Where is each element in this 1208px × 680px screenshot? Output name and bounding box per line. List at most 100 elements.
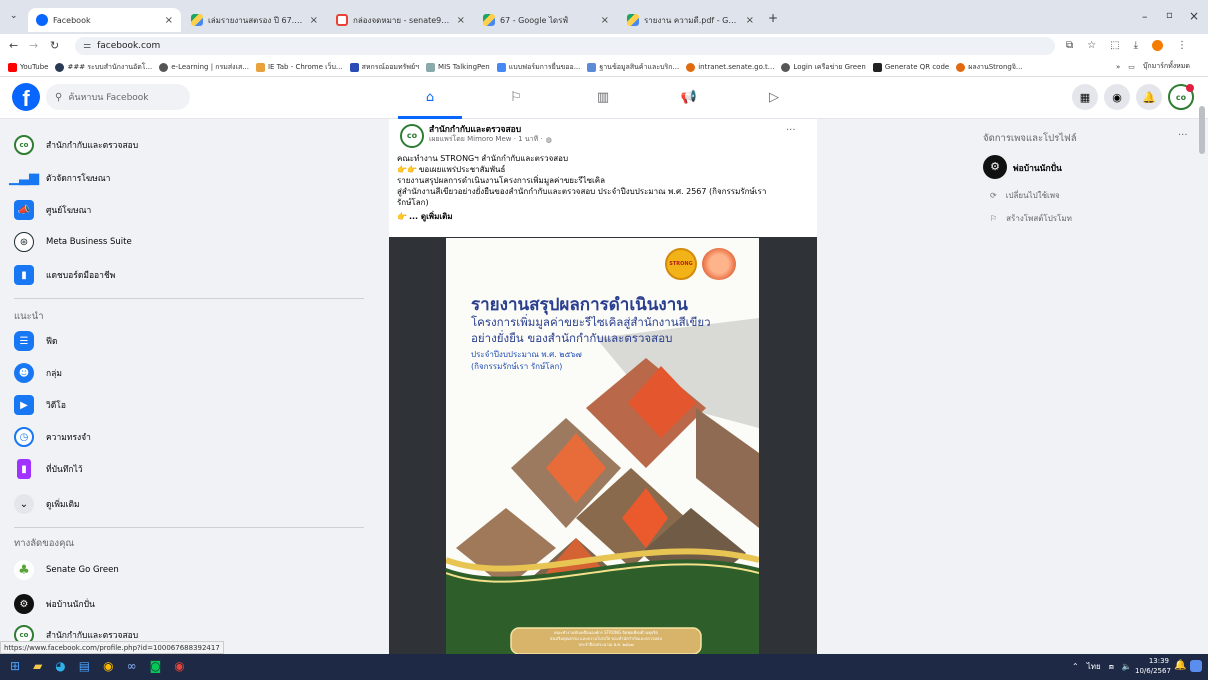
- network-icon[interactable]: ⧈: [1109, 662, 1114, 672]
- file-explorer-icon[interactable]: ▰: [33, 659, 42, 673]
- install-icon[interactable]: ⧉: [1066, 40, 1073, 51]
- sidebar-item-see-more[interactable]: ⌄ ดูเพิ่มเติม: [14, 491, 80, 517]
- tab-facebook[interactable]: Facebook ×: [28, 8, 181, 32]
- site-info-icon[interactable]: ⚌: [83, 41, 91, 51]
- shortcut-cyclist[interactable]: ⚙ พ่อบ้านนักปั่น: [14, 591, 95, 617]
- shortcut-senate-go-green[interactable]: ♣ Senate Go Green: [14, 557, 119, 583]
- messenger-icon[interactable]: ◉: [1104, 84, 1130, 110]
- volume-icon[interactable]: 🔈: [1122, 662, 1132, 671]
- strong-icon: [956, 62, 966, 72]
- tab-gmail[interactable]: กล่องจดหมาย - senate9329@gm ×: [328, 8, 473, 32]
- bookmark-item[interactable]: Login เครือข่าย Green: [781, 62, 866, 73]
- sidebar-item-ads-manager[interactable]: ▁▃▆ ตัวจัดการโฆษณา: [9, 165, 110, 191]
- windows-start-icon[interactable]: ⊞: [10, 659, 20, 673]
- post-more-icon[interactable]: ···: [786, 125, 796, 136]
- sidebar-item-meta-business[interactable]: ⊛ Meta Business Suite: [14, 229, 132, 255]
- bookmark-item[interactable]: e-Learning | กรมส่งเส...: [159, 62, 249, 73]
- bookmark-item[interactable]: ผลงานStrongจิ...: [956, 62, 1023, 73]
- bookmark-item[interactable]: ฐานข้อมูลสินค้าและบริก...: [587, 62, 679, 73]
- close-icon[interactable]: ×: [310, 15, 318, 26]
- see-more-link[interactable]: 👉... ดูเพิ่มเติม: [397, 211, 812, 222]
- minimize-icon[interactable]: –: [1142, 10, 1148, 23]
- post-author-avatar[interactable]: co: [400, 124, 424, 148]
- chrome-profile-icon[interactable]: ◉: [174, 659, 184, 673]
- bookmark-youtube[interactable]: YouTube: [8, 62, 48, 72]
- home-icon[interactable]: ⌂: [418, 86, 442, 108]
- line-icon[interactable]: ◙: [150, 659, 162, 673]
- bookmark-item[interactable]: ### ระบบสำนักงานอัตโ...: [55, 62, 152, 73]
- post-image[interactable]: STRONG รายงานสรุปผลการดำเนินงาน โครงการเ…: [446, 238, 759, 654]
- page-scrollbar[interactable]: [1199, 106, 1205, 154]
- close-icon[interactable]: ×: [746, 15, 754, 26]
- sidebar-item-video[interactable]: ▶ วิดีโอ: [14, 392, 66, 418]
- tab-drive-67[interactable]: 67 - Google ไดรฟ์ ×: [475, 8, 617, 32]
- bookmark-item[interactable]: Generate QR code: [872, 62, 949, 72]
- all-bookmarks-button[interactable]: บุ๊กมาร์กทั้งหมด: [1143, 61, 1190, 72]
- shortcut-label: พ่อบ้านนักปั่น: [46, 600, 95, 610]
- bookmark-item[interactable]: MIS TalkingPen: [426, 62, 490, 72]
- sidebar-item-ads-center[interactable]: 📣 ศูนย์โฆษณา: [14, 197, 91, 223]
- reload-icon[interactable]: ↻: [50, 39, 59, 52]
- close-icon[interactable]: ×: [457, 15, 465, 26]
- post-line: รักษ์โลก): [397, 198, 429, 207]
- facebook-search-input[interactable]: ⚲ ค้นหาบน Facebook: [46, 84, 190, 110]
- close-icon[interactable]: ×: [165, 15, 173, 26]
- right-profile-name[interactable]: พ่อบ้านนักปั่น: [1013, 161, 1062, 175]
- bookmark-item[interactable]: แบบฟอร์มการยื่นขออ...: [496, 62, 580, 73]
- sidebar-item-groups[interactable]: ☻ กลุ่ม: [14, 360, 62, 386]
- watch-icon[interactable]: ▷: [762, 86, 786, 108]
- download-icon[interactable]: ⤓: [1134, 40, 1138, 51]
- drive-favicon-icon: [627, 14, 639, 26]
- edge-icon[interactable]: ◕: [55, 659, 65, 673]
- app-icon[interactable]: ∞: [127, 659, 137, 673]
- sidebar-item-dashboard[interactable]: ▮ แดชบอร์ดมืออาชีพ: [14, 262, 115, 288]
- sidebar-item-page[interactable]: co สำนักกำกับและตรวจสอบ: [14, 132, 138, 158]
- switch-to-page-button[interactable]: ⟳ เปลี่ยนไปใช้เพจ: [990, 189, 1060, 202]
- bookmark-item[interactable]: IE Tab - Chrome เว็บ...: [255, 62, 343, 73]
- ads-megaphone-icon[interactable]: 📢: [677, 86, 701, 108]
- extensions-icon[interactable]: ⬚: [1110, 40, 1119, 51]
- menu-grid-icon[interactable]: ▦: [1072, 84, 1098, 110]
- clock[interactable]: 13:39 10/6/2567: [1135, 656, 1171, 676]
- close-window-icon[interactable]: ×: [1189, 9, 1199, 23]
- tab-pdf-strong[interactable]: เล่มรายงานสตรอง ปี 67.pdf - Goo ×: [183, 8, 326, 32]
- chevron-up-icon[interactable]: ⌃: [1072, 662, 1079, 671]
- sidebar-item-label: ฟีด: [46, 337, 58, 347]
- notifications-icon[interactable]: 🔔: [1136, 84, 1162, 110]
- store-icon[interactable]: ▤: [79, 659, 90, 673]
- tab-pdf-report[interactable]: รายงาน ความดี.pdf - Google ×: [619, 8, 762, 32]
- bookmark-item[interactable]: intranet.senate.go.t...: [686, 62, 774, 72]
- address-bar[interactable]: ⚌ facebook.com: [75, 37, 1055, 55]
- sidebar-item-label: ศูนย์โฆษณา: [46, 206, 92, 216]
- pointing-hand-icon: 👉: [397, 212, 407, 221]
- profile-icon[interactable]: [1151, 40, 1163, 51]
- bookmark-item[interactable]: สหกรณ์ออมทรัพย์ฯ: [349, 62, 419, 73]
- sidebar-item-saved[interactable]: ▮ ที่บันทึกไว้: [14, 456, 83, 482]
- cyclist-avatar-icon[interactable]: ⚙: [983, 155, 1007, 179]
- bookmarks-more-button[interactable]: »: [1116, 63, 1120, 71]
- sidebar-item-feed[interactable]: ☰ ฟีด: [14, 328, 58, 354]
- new-tab-button[interactable]: +: [768, 11, 778, 25]
- create-promotion-button[interactable]: ⚐ สร้างโพสต์โปรโมท: [990, 212, 1072, 225]
- sidebar-item-label: ความทรงจำ: [46, 433, 91, 443]
- pages-flag-icon[interactable]: ⚐: [504, 86, 528, 108]
- language-indicator[interactable]: ไทย: [1087, 660, 1101, 673]
- megaphone-icon: 📣: [14, 200, 34, 220]
- toolbar-right: ⧉ ☆ ⬚ ⤓ ⋮: [1066, 40, 1187, 51]
- menu-icon[interactable]: ⋮: [1177, 40, 1187, 51]
- close-icon[interactable]: ×: [601, 15, 609, 26]
- widgets-icon[interactable]: [1190, 660, 1202, 672]
- sidebar-item-memories[interactable]: ◷ ความทรงจำ: [14, 424, 91, 450]
- dashboard-nav-icon[interactable]: ▥: [591, 86, 615, 108]
- notification-bell-icon[interactable]: 🔔: [1174, 660, 1186, 671]
- chrome-icon[interactable]: ◉: [103, 659, 113, 673]
- manage-more-icon[interactable]: ···: [1178, 130, 1188, 141]
- back-icon[interactable]: ←: [9, 39, 18, 52]
- facebook-logo-icon[interactable]: f: [12, 83, 40, 111]
- talkingpen-icon: [426, 62, 436, 72]
- restore-icon[interactable]: ▫: [1166, 10, 1173, 21]
- tab-title: Facebook: [53, 15, 91, 25]
- tab-search-icon[interactable]: ⌄: [10, 11, 18, 21]
- forward-icon[interactable]: →: [29, 39, 38, 52]
- star-icon[interactable]: ☆: [1087, 40, 1096, 51]
